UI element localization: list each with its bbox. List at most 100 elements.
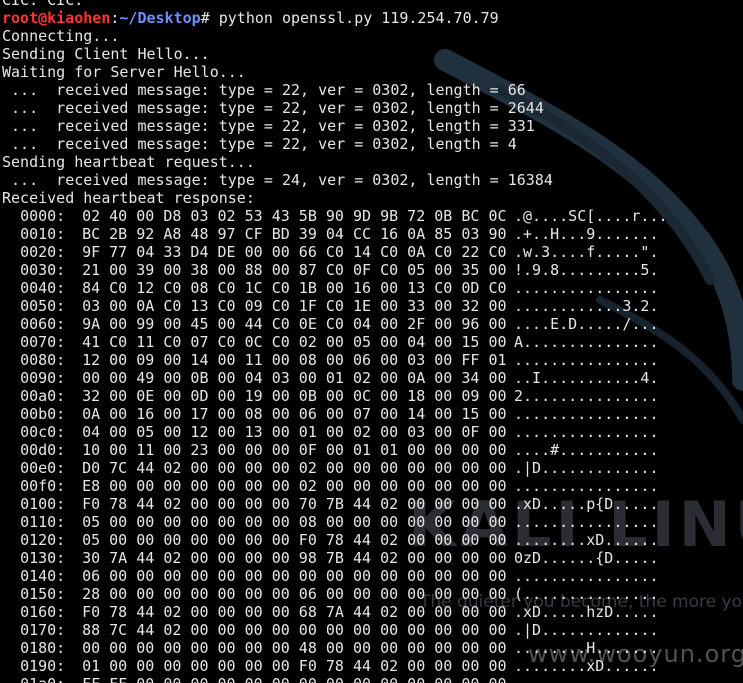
hex-ascii: A...............: [514, 333, 659, 351]
hex-row: 00a0: 32 00 0E 00 0D 00 19 00 0B 00 0C 00…: [2, 387, 658, 405]
hex-ascii: .|D.............: [514, 459, 659, 477]
hex-bytes: 88 7C 44 02 00 00 00 00 00 00 00 00 00 0…: [82, 621, 507, 639]
hex-ascii: ..I...........4.: [514, 369, 659, 387]
hex-offset: 00b0:: [20, 405, 66, 423]
hex-bytes: 01 00 00 00 00 00 00 00 F0 78 44 02 00 0…: [82, 657, 507, 675]
hex-row: 00c0: 04 00 05 00 12 00 13 00 01 00 02 00…: [2, 423, 658, 441]
hex-ascii: ................: [514, 513, 659, 531]
hex-offset: 00d0:: [20, 441, 66, 459]
hex-row: 0080: 12 00 09 00 14 00 11 00 08 00 06 00…: [2, 351, 658, 369]
hex-ascii: ................: [514, 675, 659, 683]
hex-offset: 00a0:: [20, 387, 66, 405]
hex-ascii: ................: [514, 351, 659, 369]
hex-offset: 0130:: [20, 549, 66, 567]
output-line: ... received message: type = 24, ver = 0…: [2, 171, 553, 189]
hex-row: 0050: 03 00 0A C0 13 C0 09 C0 1F C0 1E 00…: [2, 297, 658, 315]
hex-offset: 00e0:: [20, 459, 66, 477]
hex-offset: 0180:: [20, 639, 66, 657]
prompt-command: python openssl.py 119.254.70.79: [218, 9, 499, 27]
terminal-output: CIC. CIC. root@kiaohen:~/Desktop# python…: [2, 0, 668, 683]
hex-offset: 0100:: [20, 495, 66, 513]
hex-offset: 00c0:: [20, 423, 66, 441]
hex-row: 0010: BC 2B 92 A8 48 97 CF BD 39 04 CC 16…: [2, 225, 658, 243]
hex-bytes: E8 00 00 00 00 00 00 00 02 00 00 00 00 0…: [82, 477, 507, 495]
prompt-symbol: #: [200, 9, 219, 27]
hex-row: 0030: 21 00 39 00 38 00 88 00 87 C0 0F C0…: [2, 261, 658, 279]
output-line: Sending Client Hello...: [2, 45, 210, 63]
hex-bytes: 30 7A 44 02 00 00 00 00 98 7B 44 02 00 0…: [82, 549, 507, 567]
hex-ascii: .|D.............: [514, 621, 659, 639]
hex-bytes: 9A 00 99 00 45 00 44 C0 0E C0 04 00 2F 0…: [82, 315, 507, 333]
hex-ascii: .xD.....hzD.....: [514, 603, 659, 621]
hex-bytes: 12 00 09 00 14 00 11 00 08 00 06 00 03 0…: [82, 351, 507, 369]
hex-ascii: .w.3....f.....".: [514, 243, 659, 261]
hex-row: 0020: 9F 77 04 33 D4 DE 00 00 66 C0 14 C0…: [2, 243, 658, 261]
hex-row: 0170: 88 7C 44 02 00 00 00 00 00 00 00 00…: [2, 621, 658, 639]
hex-offset: 01a0:: [20, 675, 82, 683]
hex-row: 0110: 05 00 00 00 00 00 00 00 08 00 00 00…: [2, 513, 658, 531]
hex-bytes: 02 40 00 D8 03 02 53 43 5B 90 9D 9B 72 0…: [82, 207, 507, 225]
terminal-window[interactable]: KALI LINU The quieter you become, the mo…: [0, 0, 743, 683]
hex-row: 0150: 28 00 00 00 00 00 00 00 06 00 00 00…: [2, 585, 658, 603]
hex-bytes: 04 00 05 00 12 00 13 00 01 00 02 00 03 0…: [82, 423, 507, 441]
hex-bytes: D0 7C 44 02 00 00 00 00 02 00 00 00 00 0…: [82, 459, 507, 477]
hex-ascii: ................: [514, 567, 659, 585]
hex-row: 0190: 01 00 00 00 00 00 00 00 F0 78 44 02…: [2, 657, 658, 675]
output-line: ... received message: type = 22, ver = 0…: [2, 81, 526, 99]
hex-ascii: ........xD......: [514, 657, 659, 675]
hex-offset: 0170:: [20, 621, 66, 639]
hex-row: 0000: 02 40 00 D8 03 02 53 43 5B 90 9D 9B…: [2, 207, 667, 225]
hex-bytes: 05 00 00 00 00 00 00 00 F0 78 44 02 00 0…: [82, 531, 507, 549]
hex-offset: 0090:: [20, 369, 66, 387]
hex-row: 0100: F0 78 44 02 00 00 00 00 70 7B 44 02…: [2, 495, 658, 513]
hex-row: 0070: 41 C0 11 C0 07 C0 0C C0 02 00 05 00…: [2, 333, 658, 351]
hex-offset: 0140:: [20, 567, 66, 585]
hex-row: 0140: 06 00 00 00 00 00 00 00 00 00 00 00…: [2, 567, 658, 585]
output-line: Waiting for Server Hello...: [2, 63, 246, 81]
hex-row: 0160: F0 78 44 02 00 00 00 00 68 7A 44 02…: [2, 603, 658, 621]
hex-offset: 0120:: [20, 531, 66, 549]
hex-bytes: 28 00 00 00 00 00 00 00 06 00 00 00 00 0…: [82, 585, 507, 603]
hex-bytes: 03 00 0A C0 13 C0 09 C0 1F C0 1E 00 33 0…: [82, 297, 507, 315]
hex-ascii: 2...............: [514, 387, 659, 405]
output-lines: Connecting... Sending Client Hello... Wait…: [2, 27, 572, 207]
hex-row: 00b0: 0A 00 16 00 17 00 08 00 06 00 07 00…: [2, 405, 658, 423]
hex-ascii: (...............: [514, 585, 659, 603]
hex-offset: 0070:: [20, 333, 66, 351]
hex-row: 00f0: E8 00 00 00 00 00 00 00 02 00 00 00…: [2, 477, 658, 495]
hex-row: 00e0: D0 7C 44 02 00 00 00 00 02 00 00 00…: [2, 459, 658, 477]
hex-bytes: 0A 00 16 00 17 00 08 00 06 00 07 00 14 0…: [82, 405, 507, 423]
hex-row: 0180: 00 00 00 00 00 00 00 00 48 00 00 00…: [2, 639, 658, 657]
hex-offset: 0040:: [20, 279, 66, 297]
hex-offset: 0160:: [20, 603, 66, 621]
hex-ascii: ........H.......: [514, 639, 659, 657]
hex-ascii: ................: [514, 405, 659, 423]
hex-ascii: !.9.8.........5.: [514, 261, 659, 279]
hex-bytes: 32 00 0E 00 0D 00 19 00 0B 00 0C 00 18 0…: [82, 387, 507, 405]
hex-ascii: ........xD......: [514, 531, 659, 549]
hex-row: 0090: 00 00 49 00 0B 00 04 03 00 01 02 00…: [2, 369, 658, 387]
hex-offset: 0000:: [20, 207, 66, 225]
hex-bytes: BC 2B 92 A8 48 97 CF BD 39 04 CC 16 0A 8…: [82, 225, 507, 243]
prompt-path: ~/Desktop: [119, 9, 201, 27]
hex-bytes: F0 78 44 02 00 00 00 00 70 7B 44 02 00 0…: [82, 495, 507, 513]
hex-bytes: 06 00 00 00 00 00 00 00 00 00 00 00 00 0…: [82, 567, 507, 585]
hex-row: 0060: 9A 00 99 00 45 00 44 C0 0E C0 04 00…: [2, 315, 658, 333]
output-line: Received heartbeat response:: [2, 189, 255, 207]
hex-row: 00d0: 10 00 11 00 23 00 00 00 0F 00 01 01…: [2, 441, 658, 459]
output-line: ... received message: type = 22, ver = 0…: [2, 117, 535, 135]
hex-ascii: 0zD......{D.....: [514, 549, 659, 567]
hex-offset: 00f0:: [20, 477, 66, 495]
output-line: Sending heartbeat request...: [2, 153, 255, 171]
hex-ascii: .+..H...9.......: [514, 225, 659, 243]
hex-bytes: 21 00 39 00 38 00 88 00 87 C0 0F C0 05 0…: [82, 261, 507, 279]
hex-offset: 0080:: [20, 351, 66, 369]
hex-ascii: ................: [514, 477, 659, 495]
partial-top-line: CIC. CIC.: [2, 0, 84, 9]
hex-ascii: .xD.....p{D.....: [514, 495, 659, 513]
hex-offset: 0060:: [20, 315, 66, 333]
hex-bytes: 00 00 49 00 0B 00 04 03 00 01 02 00 0A 0…: [82, 369, 507, 387]
hex-bytes: 05 00 00 00 00 00 00 00 08 00 00 00 00 0…: [82, 513, 507, 531]
hex-bytes: 84 C0 12 C0 08 C0 1C C0 1B 00 16 00 13 C…: [82, 279, 507, 297]
hex-bytes: FF FF 00 00 00 00 00 00 00 00 00 00 00 0…: [82, 675, 572, 683]
